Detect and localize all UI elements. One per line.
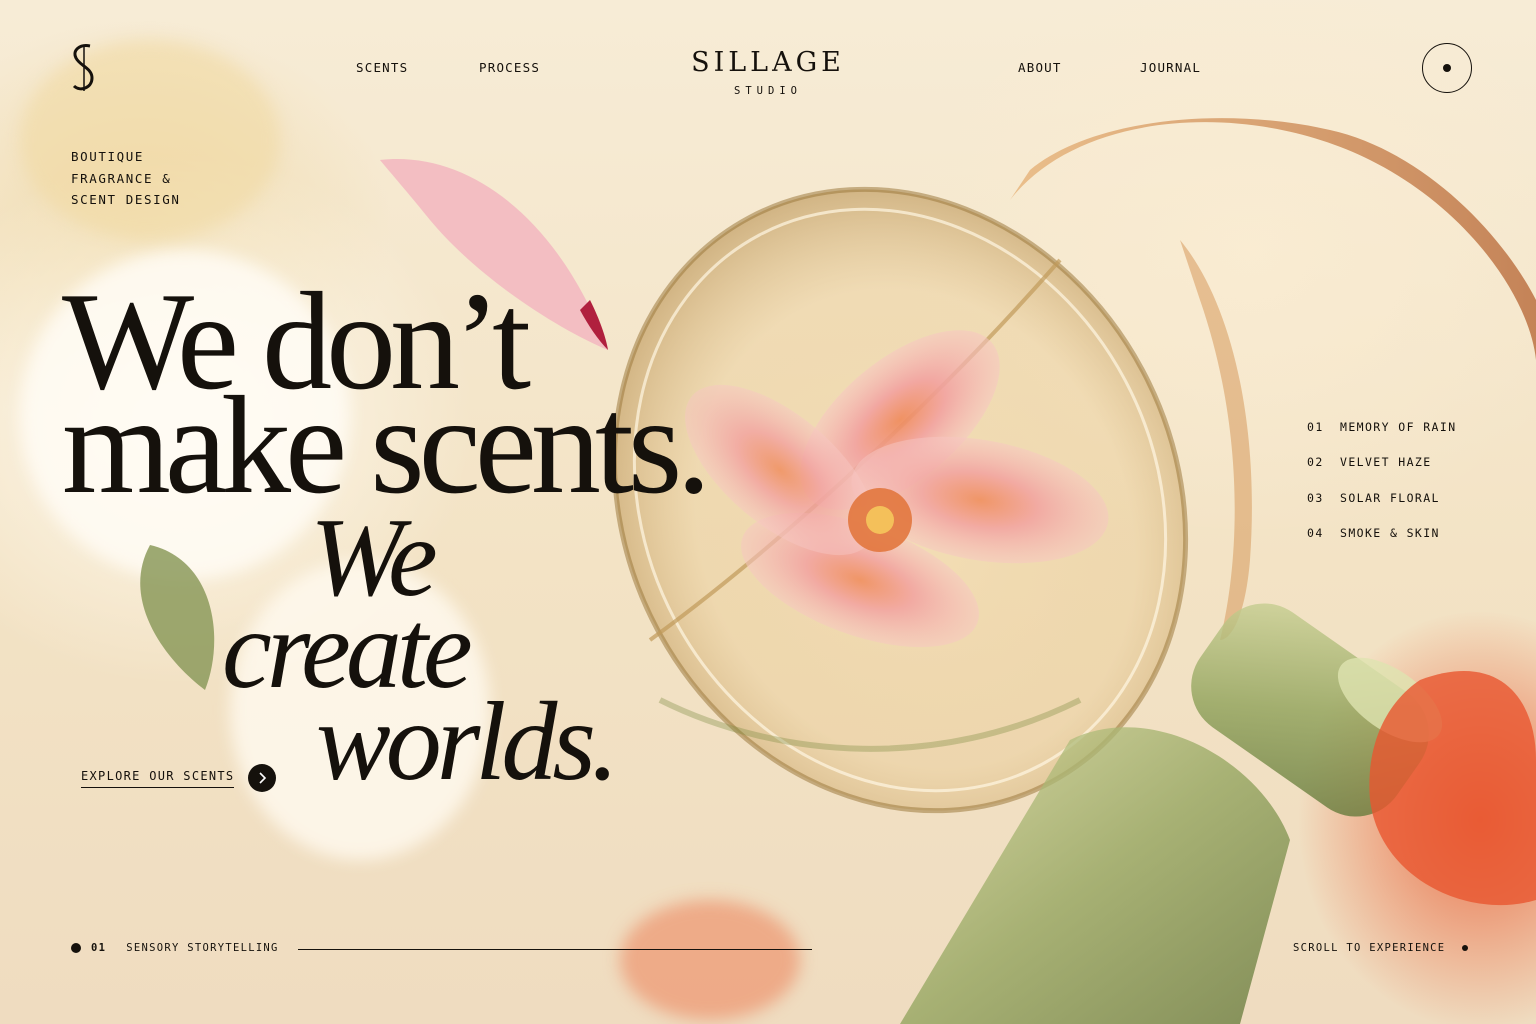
nav-link-journal[interactable]: JOURNAL bbox=[1140, 60, 1201, 75]
scroll-label: SCROLL TO EXPERIENCE bbox=[1293, 942, 1446, 954]
headline-italic-3: worlds. bbox=[316, 680, 619, 804]
hero-headline: We don’t make scents. bbox=[62, 272, 711, 523]
scent-name: SOLAR FLORAL bbox=[1340, 490, 1440, 505]
scent-item[interactable]: 02 VELVET HAZE bbox=[1307, 455, 1457, 490]
tagline-line: FRAGRANCE & bbox=[71, 170, 172, 186]
nav-link-process[interactable]: PROCESS bbox=[479, 60, 540, 75]
scent-item[interactable]: 04 SMOKE & SKIN bbox=[1307, 526, 1457, 561]
section-dot-icon bbox=[71, 943, 81, 953]
studio-tagline: BOUTIQUE FRAGRANCE & SCENT DESIGN bbox=[71, 146, 181, 211]
s-monogram-icon[interactable] bbox=[64, 42, 104, 94]
menu-button[interactable] bbox=[1422, 43, 1472, 93]
tagline-line: BOUTIQUE bbox=[71, 149, 145, 164]
menu-dot-icon bbox=[1443, 64, 1451, 72]
scent-name: VELVET HAZE bbox=[1340, 455, 1432, 470]
scent-name: SMOKE & SKIN bbox=[1340, 525, 1440, 540]
scent-number: 01 bbox=[1307, 420, 1324, 434]
red-petal bbox=[1369, 671, 1536, 906]
nav-link-scents[interactable]: SCENTS bbox=[356, 60, 408, 75]
chevron-right-icon bbox=[248, 764, 277, 792]
section-label: SENSORY STORYTELLING bbox=[126, 942, 279, 954]
scroll-cue[interactable]: SCROLL TO EXPERIENCE bbox=[1293, 942, 1469, 954]
scent-item[interactable]: 01 MEMORY OF RAIN bbox=[1307, 420, 1457, 455]
section-indicator: 01 SENSORY STORYTELLING bbox=[71, 942, 279, 954]
perfume-stream bbox=[1180, 240, 1252, 640]
explore-scents-button[interactable]: EXPLORE OUR SCENTS bbox=[81, 764, 277, 792]
scent-item[interactable]: 03 SOLAR FLORAL bbox=[1307, 491, 1457, 526]
section-index: 01 bbox=[91, 942, 107, 954]
scent-number: 03 bbox=[1307, 490, 1324, 505]
headline-line-2: make scents. bbox=[62, 368, 711, 523]
nav-link-about[interactable]: ABOUT bbox=[1018, 60, 1062, 75]
green-bud bbox=[140, 545, 215, 690]
cta-label: EXPLORE OUR SCENTS bbox=[81, 769, 235, 788]
scent-list: 01 MEMORY OF RAIN 02 VELVET HAZE 03 SOLA… bbox=[1307, 420, 1457, 561]
tagline-line: SCENT DESIGN bbox=[71, 192, 181, 207]
brand-name: SILLAGE bbox=[691, 47, 845, 78]
scroll-dot-icon bbox=[1462, 945, 1469, 951]
scent-number: 02 bbox=[1307, 455, 1324, 470]
scent-number: 04 bbox=[1307, 525, 1324, 540]
scent-name: MEMORY OF RAIN bbox=[1340, 420, 1457, 434]
progress-line bbox=[298, 949, 812, 950]
brand-wordmark[interactable]: SILLAGE STUDIO bbox=[668, 47, 868, 98]
brand-subtitle: STUDIO bbox=[734, 85, 802, 97]
